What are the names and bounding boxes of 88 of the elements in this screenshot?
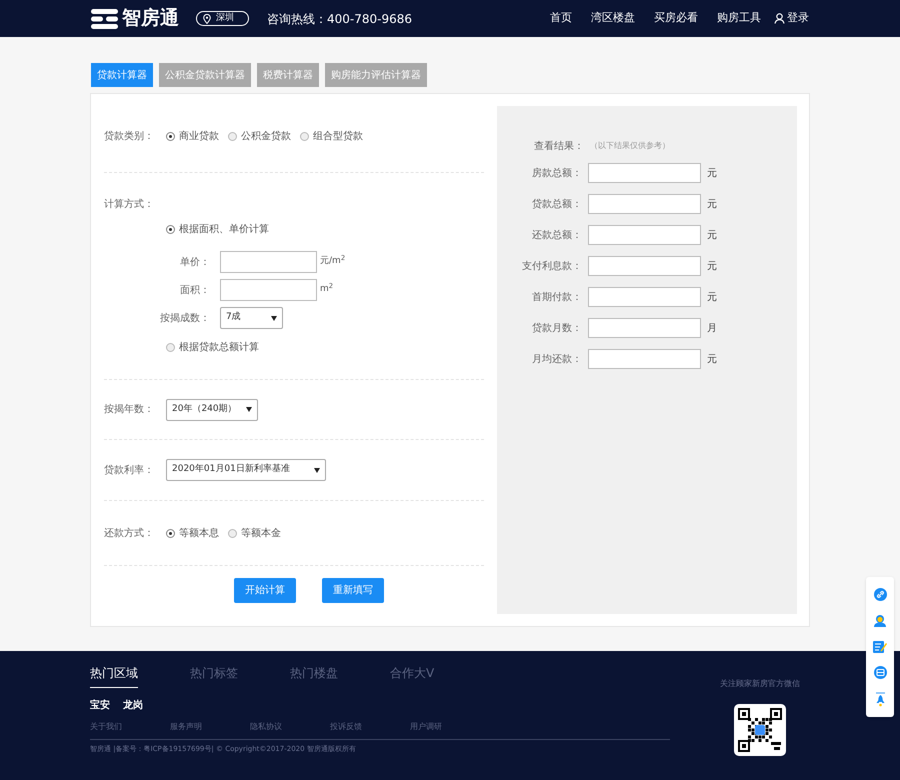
area-link[interactable]: 宝安 (90, 698, 110, 713)
footer-tab[interactable]: 热门楼盘 (290, 664, 338, 688)
unit-label: 元 (707, 260, 717, 274)
field-label: 首期付款： (531, 290, 583, 304)
city-selector[interactable]: 深圳 (196, 11, 249, 26)
radio-label: 根据贷款总额计算 (179, 340, 259, 355)
result-field[interactable] (588, 318, 701, 338)
edit-note-icon[interactable] (873, 640, 887, 652)
unit-label: 元 (707, 198, 717, 212)
radio-label: 等额本金 (241, 526, 281, 540)
dropdown-select[interactable]: 20年（240期） (166, 398, 258, 420)
radio-button[interactable] (300, 132, 309, 140)
nav-link[interactable]: 购房工具 (717, 10, 761, 27)
unit-label: 元 (707, 290, 717, 304)
login-link[interactable]: 登录 (774, 10, 809, 27)
field-label: 还款总额： (531, 228, 583, 242)
footer-link[interactable]: 投诉反馈 (330, 721, 362, 733)
unit-label: 元 (707, 166, 717, 180)
caret-icon (246, 407, 252, 412)
footer-tab[interactable]: 合作大V (390, 664, 434, 688)
field-label: 贷款总额： (531, 198, 583, 212)
radio-label: 商业贷款 (179, 130, 219, 144)
field-label: 按揭年数： (104, 402, 155, 417)
nav-link[interactable]: 湾区楼盘 (591, 10, 635, 27)
nav-link[interactable]: 买房必看 (654, 10, 698, 27)
field-label: 还款方式： (104, 526, 155, 540)
field-label: 贷款类别： (104, 130, 155, 144)
unit-label: 元 (707, 352, 717, 366)
footer-tab[interactable]: 热门区域 (90, 664, 138, 688)
radio-button[interactable] (166, 343, 175, 352)
result-field[interactable] (588, 287, 701, 307)
form-button[interactable]: 开始计算 (234, 578, 296, 603)
result-field[interactable] (588, 163, 701, 183)
footer-link[interactable]: 用户调研 (410, 721, 442, 733)
unit-label: 月 (707, 322, 717, 336)
field-label: 计算方式： (104, 198, 155, 212)
calculator-tab[interactable]: 购房能力评估计算器 (325, 63, 427, 87)
field-label: 查看结果： (533, 140, 584, 154)
radio-button[interactable] (228, 528, 237, 538)
field-label: 贷款利率： (104, 464, 155, 478)
field-label: 支付利息款： (521, 260, 583, 274)
dropdown-select[interactable]: 2020年01月01日新利率基准 (166, 459, 326, 481)
radio-label: 公积金贷款 (241, 130, 291, 144)
field-label: 面积： (179, 284, 211, 298)
location-pin-icon (203, 14, 211, 24)
result-field[interactable] (588, 256, 701, 276)
field-label: 按揭成数： (159, 312, 211, 326)
calculator-tab[interactable]: 贷款计算器 (91, 63, 153, 87)
radio-button[interactable] (166, 132, 175, 140)
wechat-caption: 关注顾家新房官方微信 (720, 678, 800, 690)
customer-service-icon[interactable] (873, 614, 887, 626)
field-label: 单价： (179, 256, 211, 270)
caret-icon (271, 316, 277, 320)
user-icon (774, 13, 785, 24)
footer-link[interactable]: 隐私协议 (250, 721, 282, 733)
field-label: 月均还款： (531, 352, 583, 366)
input-field[interactable] (220, 251, 317, 273)
unit-label: 元 (707, 228, 717, 242)
result-field[interactable] (588, 194, 701, 214)
result-field[interactable] (588, 349, 701, 369)
note-text: （以下结果仅供参考） (590, 140, 670, 152)
radio-label: 根据面积、单价计算 (179, 222, 269, 237)
link-icon[interactable] (874, 588, 886, 600)
field-label: 贷款月数： (531, 322, 583, 336)
caret-icon (314, 468, 320, 472)
footer-tab[interactable]: 热门标签 (190, 664, 238, 688)
nav-link[interactable]: 首页 (550, 10, 572, 27)
unit-label: 元/m$^{2}$ (320, 255, 346, 268)
qr-code-icon (734, 704, 786, 756)
footer-link[interactable]: 服务声明 (170, 721, 202, 733)
footer-link[interactable]: 关于我们 (90, 721, 122, 733)
form-button[interactable]: 重新填写 (322, 578, 384, 603)
radio-button[interactable] (166, 528, 175, 538)
field-label: 房款总额： (531, 166, 583, 180)
radio-label: 组合型贷款 (313, 130, 363, 144)
unit-label: m$^{2}$ (320, 283, 334, 296)
input-field[interactable] (220, 279, 317, 301)
area-link[interactable]: 龙岗 (123, 698, 143, 713)
logo-text: 智房通 (122, 6, 179, 32)
calculator-tab[interactable]: 税费计算器 (257, 63, 319, 87)
radio-button[interactable] (228, 132, 237, 140)
dropdown-select[interactable]: 7成 (220, 307, 283, 329)
result-field[interactable] (588, 225, 701, 245)
radio-label: 等额本息 (179, 526, 219, 540)
logo-icon (91, 8, 118, 28)
radio-button[interactable] (166, 225, 175, 234)
calculator-tab[interactable]: 公积金贷款计算器 (159, 63, 251, 87)
hotline-text: 咨询热线：400-780-9686 (267, 10, 412, 28)
